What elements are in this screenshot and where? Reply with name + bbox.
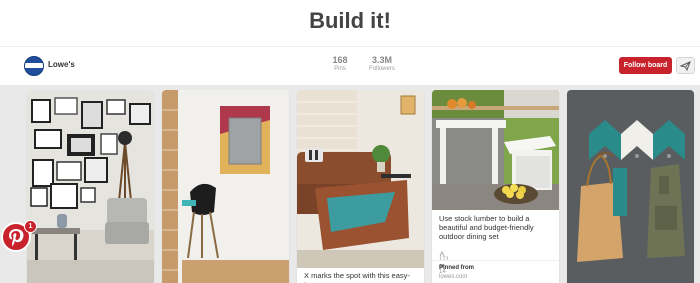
pin-description: X marks the spot with this easy-to- (304, 271, 410, 283)
pin-feed: X marks the spot with this easy-to- (0, 85, 700, 283)
pins-stat[interactable]: 168 Pins (326, 55, 354, 72)
pinned-from-label: Pinned from (439, 265, 475, 271)
pin-stats: 171 14 (439, 251, 452, 275)
lowes-logo-icon[interactable] (24, 56, 44, 76)
pin-card[interactable]: Use stock lumber to build a beautiful an… (432, 90, 559, 283)
board-title: Build it! (309, 8, 391, 33)
pin-image[interactable] (297, 90, 424, 268)
followers-label: Followers (369, 66, 395, 72)
notification-count-badge[interactable]: 1 (24, 220, 37, 233)
pins-count: 168 (332, 55, 348, 65)
pins-label: Pins (334, 66, 346, 72)
pin-image[interactable] (432, 90, 559, 210)
pinned-from-source[interactable]: lowes.com (439, 274, 467, 280)
pin-image[interactable] (27, 90, 154, 283)
send-button[interactable] (676, 57, 695, 74)
board-header: Lowe's 168 Pins 3.3M Followers Follow bo… (0, 46, 700, 86)
send-icon (679, 61, 691, 72)
pin-card[interactable]: X marks the spot with this easy-to- (297, 90, 424, 283)
owner-name[interactable]: Lowe's (48, 60, 75, 69)
pin-card[interactable] (27, 90, 154, 283)
pin-card[interactable] (567, 90, 694, 283)
pin-card[interactable] (162, 90, 289, 283)
pin-description: Use stock lumber to build a beautiful an… (439, 214, 534, 241)
pin-image[interactable] (567, 90, 694, 283)
followers-stat[interactable]: 3.3M Followers (361, 55, 403, 72)
followers-count: 3.3M (371, 55, 392, 65)
follow-board-button[interactable]: Follow board (619, 57, 672, 74)
pin-image[interactable] (162, 90, 289, 283)
